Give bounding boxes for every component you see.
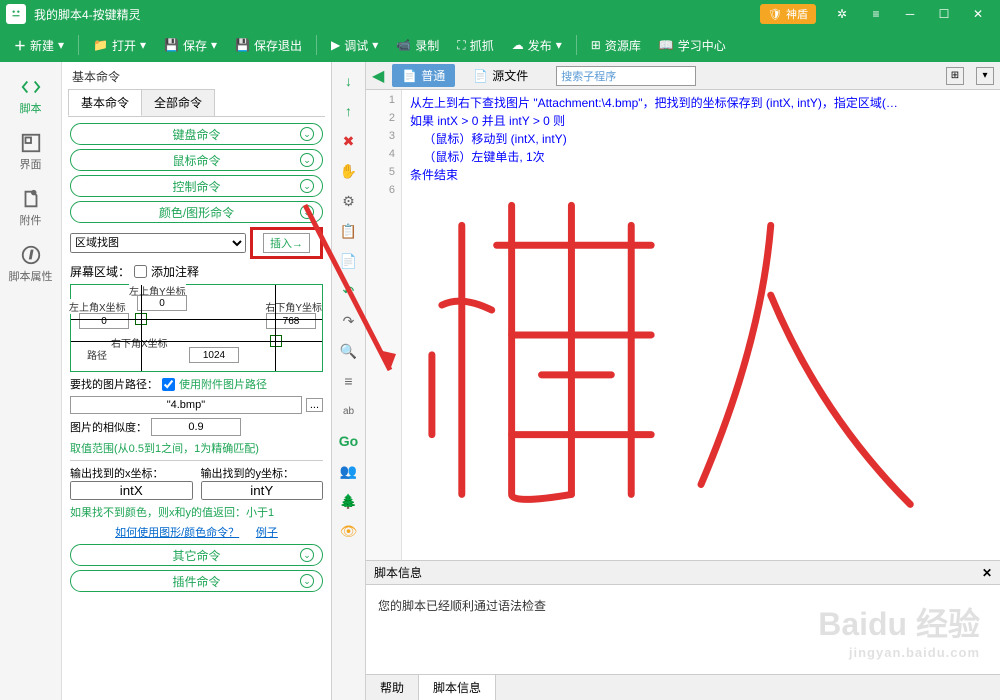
area-find-select[interactable]: 区域找图 xyxy=(70,233,246,253)
dropdown-toggle[interactable]: ▾ xyxy=(976,67,994,85)
eye-icon[interactable]: 👁 xyxy=(338,520,360,542)
svg-text:i: i xyxy=(29,250,32,262)
save-button[interactable]: 💾 保存 ▾ xyxy=(156,33,225,58)
users-icon[interactable]: 👥 xyxy=(338,460,360,482)
notfound-hint: 如果找不到颜色，则x和y的值返回：小于1 xyxy=(70,504,323,520)
window-title: 我的脚本4-按键精灵 xyxy=(34,6,760,23)
tl-y-input[interactable] xyxy=(137,295,187,311)
list-icon[interactable]: ≡ xyxy=(338,370,360,392)
shield-badge[interactable]: 🛡 神盾 xyxy=(760,4,816,24)
tab-source[interactable]: 📄 源文件 xyxy=(463,64,538,87)
sidebar-item-ui[interactable]: 界面 xyxy=(5,126,57,178)
cat-plugin[interactable]: 插件命令⌄ xyxy=(70,570,323,592)
chevron-down-icon: ⌄ xyxy=(300,179,314,193)
code-area: ◀ 📄 普通 📄 源文件 ⊞ ▾ 123456 从左上到右下查找图片 "Atta… xyxy=(366,62,1000,700)
debug-button[interactable]: ▶ 调试 ▾ xyxy=(323,33,386,58)
chevron-down-icon: ⌄ xyxy=(300,127,314,141)
sidebar-item-props[interactable]: i 脚本属性 xyxy=(5,238,57,290)
menubar: ＋新建 ▾ 📁 打开 ▾ 💾 保存 ▾ 💾 保存退出 ▶ 调试 ▾ 📹 录制 ⛶… xyxy=(0,28,1000,62)
code-editor[interactable]: 123456 从左上到右下查找图片 "Attachment:\4.bmp"，把找… xyxy=(366,90,1000,560)
capture-button[interactable]: ⛶ 抓抓 xyxy=(449,33,501,58)
tl-x-input[interactable] xyxy=(79,313,129,329)
copy-icon[interactable]: 📋 xyxy=(338,220,360,242)
arrow-down-icon[interactable]: ↓ xyxy=(338,70,360,92)
out-y-input[interactable] xyxy=(201,481,324,500)
paste-icon[interactable]: 📄 xyxy=(338,250,360,272)
cat-color[interactable]: 颜色/图形命令⌄ xyxy=(70,201,323,223)
left-sidebar: 脚本 界面 附件 i 脚本属性 xyxy=(0,62,62,700)
br-y-input[interactable] xyxy=(266,313,316,329)
example-link[interactable]: 例子 xyxy=(256,527,278,539)
howto-link[interactable]: 如何使用图形/颜色命令？ xyxy=(115,527,239,539)
chevron-down-icon: ⌄ xyxy=(300,153,314,167)
insert-button[interactable]: 插入→ xyxy=(250,227,323,259)
chevron-down-icon: ⌄ xyxy=(300,548,314,562)
sidebar-item-attach[interactable]: 附件 xyxy=(5,182,57,234)
abc-icon[interactable]: ab xyxy=(338,400,360,422)
screen-area-label: 屏幕区域： xyxy=(70,263,130,280)
tab-basic-cmd[interactable]: 基本命令 xyxy=(68,89,142,116)
similarity-label: 图片的相似度： xyxy=(70,419,147,435)
shield-icon: 🛡 xyxy=(768,8,782,21)
img-path-label: 要找的图片路径： xyxy=(70,376,158,392)
sidebar-item-script[interactable]: 脚本 xyxy=(5,70,57,122)
cat-other[interactable]: 其它命令⌄ xyxy=(70,544,323,566)
settings-icon[interactable]: ✲ xyxy=(826,2,858,26)
info-tab-help[interactable]: 帮助 xyxy=(366,675,419,700)
use-attach-checkbox[interactable] xyxy=(162,378,175,391)
save-exit-button[interactable]: 💾 保存退出 xyxy=(227,33,310,58)
info-close-button[interactable]: ✕ xyxy=(982,566,992,580)
undo-icon[interactable]: ↶ xyxy=(338,280,360,302)
tab-normal[interactable]: 📄 普通 xyxy=(392,64,455,87)
app-logo xyxy=(6,4,26,24)
publish-button[interactable]: ☁ 发布 ▾ xyxy=(504,33,570,58)
add-note-label: 添加注释 xyxy=(151,263,199,280)
info-tab-info[interactable]: 脚本信息 xyxy=(419,675,496,700)
prev-icon[interactable]: ◀ xyxy=(372,66,384,86)
hand-icon[interactable]: ✋ xyxy=(338,160,360,182)
similarity-input[interactable] xyxy=(151,418,241,436)
delete-icon[interactable]: ✖ xyxy=(338,130,360,152)
maximize-button[interactable]: ☐ xyxy=(928,2,960,26)
out-x-input[interactable] xyxy=(70,481,193,500)
script-info-panel: 脚本信息 ✕ 您的脚本已经顺利通过语法检查 帮助 脚本信息 xyxy=(366,560,1000,700)
learn-button[interactable]: 📖 学习中心 xyxy=(651,33,734,58)
go-icon[interactable]: Go xyxy=(338,430,360,452)
browse-button[interactable]: ... xyxy=(306,398,323,412)
tool-icon[interactable]: ⚙ xyxy=(338,190,360,212)
open-button[interactable]: 📁 打开 ▾ xyxy=(85,33,154,58)
tree-icon[interactable]: 🌲 xyxy=(338,490,360,512)
similarity-hint: 取值范围(从0.5到1之间，1为精确匹配) xyxy=(70,440,323,456)
add-note-checkbox[interactable] xyxy=(134,265,147,278)
new-button[interactable]: ＋新建 ▾ xyxy=(6,33,72,58)
redo-icon[interactable]: ↷ xyxy=(338,310,360,332)
menu-icon[interactable]: ≡ xyxy=(860,2,892,26)
tool-strip: ↓ ↑ ✖ ✋ ⚙ 📋 📄 ↶ ↷ 🔍 ≡ ab Go 👥 🌲 👁 xyxy=(332,62,366,700)
search-icon[interactable]: 🔍 xyxy=(338,340,360,362)
code-tabs: ◀ 📄 普通 📄 源文件 ⊞ ▾ xyxy=(366,62,1000,90)
command-panel: 基本命令 基本命令 全部命令 键盘命令⌄ 鼠标命令⌄ 控制命令⌄ 颜色/图形命令… xyxy=(62,62,332,700)
grid-toggle[interactable]: ⊞ xyxy=(946,67,964,85)
titlebar: 我的脚本4-按键精灵 🛡 神盾 ✲ ≡ ─ ☐ ✕ xyxy=(0,0,1000,28)
chevron-down-icon: ⌄ xyxy=(300,205,314,219)
close-button[interactable]: ✕ xyxy=(962,2,994,26)
cmd-panel-title: 基本命令 xyxy=(68,66,325,87)
record-button[interactable]: 📹 录制 xyxy=(388,33,447,58)
info-body: 您的脚本已经顺利通过语法检查 xyxy=(366,585,1000,674)
tab-all-cmd[interactable]: 全部命令 xyxy=(141,89,215,116)
coord-box: 左上角Y坐标 左上角X坐标 右下角Y坐标 右下角X坐标 路径 xyxy=(70,284,323,372)
resource-button[interactable]: ⊞ 资源库 xyxy=(583,33,649,58)
chevron-down-icon: ⌄ xyxy=(300,574,314,588)
search-input[interactable] xyxy=(556,66,696,86)
cat-mouse[interactable]: 鼠标命令⌄ xyxy=(70,149,323,171)
cat-keyboard[interactable]: 键盘命令⌄ xyxy=(70,123,323,145)
info-header-title: 脚本信息 xyxy=(374,564,422,581)
arrow-up-icon[interactable]: ↑ xyxy=(338,100,360,122)
br-x-input[interactable] xyxy=(189,347,239,363)
line-gutter: 123456 xyxy=(366,90,402,560)
minimize-button[interactable]: ─ xyxy=(894,2,926,26)
cat-control[interactable]: 控制命令⌄ xyxy=(70,175,323,197)
img-path-input[interactable] xyxy=(70,396,302,414)
